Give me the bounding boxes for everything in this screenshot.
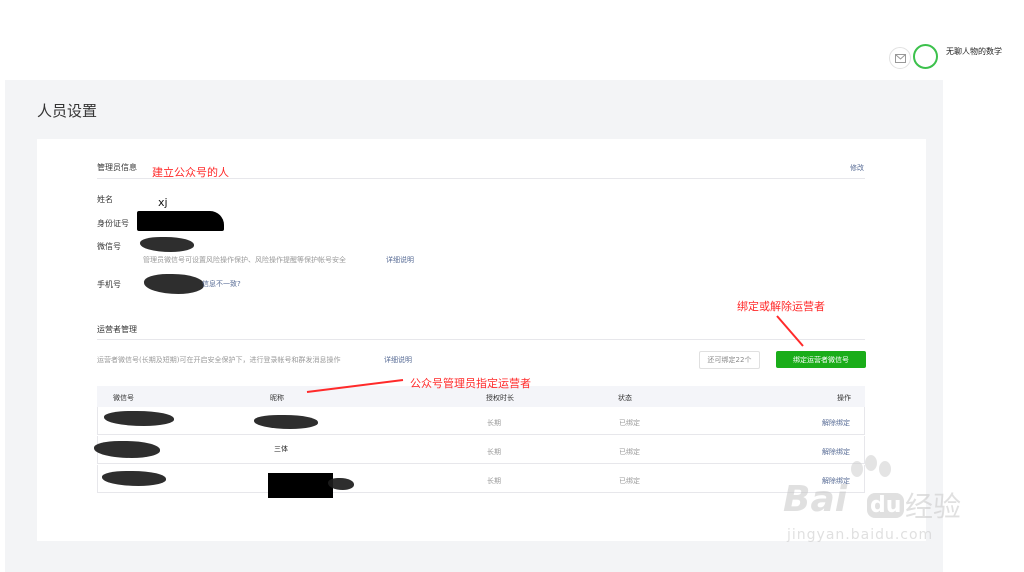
redacted-wechat-id [104, 411, 174, 426]
status-cell: 已绑定 [619, 448, 640, 456]
phone-label: 手机号 [97, 280, 121, 289]
avatar[interactable] [913, 44, 938, 69]
annotation-arrow-icon [776, 315, 804, 347]
redacted-nickname [254, 415, 318, 429]
admin-section-title: 管理员信息 [97, 163, 137, 172]
watermark-du: du [867, 493, 905, 518]
redacted-id-number [137, 211, 224, 231]
unbind-link[interactable]: 解除绑定 [822, 418, 850, 428]
duration-cell: 长期 [487, 477, 501, 485]
redacted-wechat-id [94, 441, 160, 458]
status-cell: 已绑定 [619, 477, 640, 485]
redacted-wechat-id [102, 471, 166, 486]
id-number-label: 身份证号 [97, 219, 129, 228]
wechat-hint: 管理员微信号可设置风险操作保护、风险操作提醒等保护帐号安全 [143, 256, 346, 264]
annotation-bind-unbind: 绑定或解除运营者 [737, 300, 825, 313]
annotation-creator: 建立公众号的人 [152, 166, 229, 179]
duration-cell: 长期 [487, 419, 501, 427]
table-row: 长期 已绑定 解除绑定 [97, 465, 865, 498]
nickname-cell: 三体 [274, 445, 288, 453]
watermark-brand: Bai [783, 479, 848, 520]
divider [97, 339, 865, 340]
watermark-brand2: 经验 [905, 490, 962, 523]
redacted-nickname-tail [328, 478, 354, 490]
column-wechat: 微信号 [113, 394, 134, 402]
table-row: 长期 已绑定 解除绑定 [97, 407, 865, 435]
annotation-underline [306, 379, 404, 393]
status-cell: 已绑定 [619, 419, 640, 427]
phone-mismatch-link[interactable]: 信息不一致? [202, 279, 241, 289]
page-title: 人员设置 [37, 102, 98, 120]
table-row: 三体 长期 已绑定 解除绑定 [94, 436, 865, 464]
wechat-label: 微信号 [97, 242, 121, 251]
watermark-url: jingyan.baidu.com [787, 527, 934, 543]
operator-detail-link[interactable]: 详细说明 [384, 355, 412, 365]
operator-hint: 运营者微信号(长期及短期)可在开启安全保护下，进行登录帐号和群发消息操作 [97, 356, 341, 364]
edit-link[interactable]: 修改 [850, 163, 864, 173]
duration-cell: 长期 [487, 448, 501, 456]
wechat-detail-link[interactable]: 详细说明 [386, 255, 414, 265]
account-name[interactable]: 无聊人物的数学 [946, 46, 1002, 57]
operator-section-title: 运营者管理 [97, 325, 137, 334]
annotation-admin-assign: 公众号管理员指定运营者 [410, 377, 531, 390]
mail-icon [894, 53, 906, 63]
column-duration: 授权时长 [486, 394, 514, 402]
name-value: xj [158, 196, 168, 209]
column-status: 状态 [618, 394, 632, 402]
column-nickname: 昵称 [270, 394, 284, 402]
bind-operator-button[interactable]: 绑定运营者微信号 [776, 351, 866, 368]
name-label: 姓名 [97, 195, 113, 204]
column-action: 操作 [837, 394, 851, 402]
bind-quota: 还可绑定22个 [699, 351, 760, 369]
baidu-watermark: Bai du 经验 jingyan.baidu.com [783, 455, 993, 550]
message-button[interactable] [889, 47, 911, 69]
redacted-nickname [268, 473, 333, 498]
paw-icon [851, 455, 891, 477]
